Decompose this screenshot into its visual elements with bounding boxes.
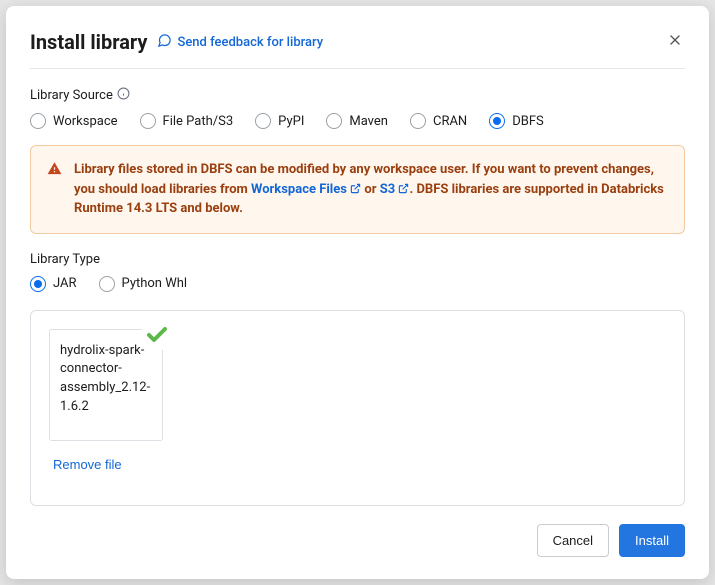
radio-label: File Path/S3 bbox=[163, 114, 234, 129]
library-source-group: Workspace File Path/S3 PyPI Maven CRAN DBFS bbox=[30, 113, 685, 129]
radio-label: JAR bbox=[53, 276, 77, 291]
remove-file-button[interactable]: Remove file bbox=[49, 457, 122, 472]
radio-indicator bbox=[489, 113, 505, 129]
s3-link[interactable]: S3 bbox=[380, 182, 410, 197]
close-icon bbox=[667, 36, 683, 51]
library-type-label: Library Type bbox=[30, 252, 685, 267]
library-source-label: Library Source bbox=[30, 87, 685, 104]
info-icon bbox=[117, 87, 130, 104]
dialog-title: Install library bbox=[30, 30, 147, 54]
install-button[interactable]: Install bbox=[619, 524, 685, 557]
feedback-icon bbox=[157, 33, 172, 52]
radio-label: PyPI bbox=[278, 114, 304, 129]
dialog-footer: Cancel Install bbox=[30, 506, 685, 557]
radio-indicator bbox=[30, 276, 46, 292]
radio-label: Python Whl bbox=[122, 276, 188, 291]
radio-label: Workspace bbox=[53, 114, 118, 129]
radio-indicator bbox=[255, 113, 271, 129]
uploaded-file-card: hydrolix-spark-connector-assembly_2.12-1… bbox=[49, 329, 163, 472]
feedback-link[interactable]: Send feedback for library bbox=[157, 33, 323, 52]
dbfs-warning-banner: Library files stored in DBFS can be modi… bbox=[30, 145, 685, 234]
source-option-dbfs[interactable]: DBFS bbox=[489, 113, 544, 129]
radio-indicator bbox=[326, 113, 342, 129]
dialog-header: Install library Send feedback for librar… bbox=[30, 30, 685, 69]
source-option-file-path-s3[interactable]: File Path/S3 bbox=[140, 113, 234, 129]
type-option-jar[interactable]: JAR bbox=[30, 276, 77, 292]
warning-icon bbox=[47, 161, 62, 219]
radio-label: DBFS bbox=[512, 114, 544, 129]
radio-indicator bbox=[99, 276, 115, 292]
cancel-button[interactable]: Cancel bbox=[537, 524, 609, 557]
warning-text: Library files stored in DBFS can be modi… bbox=[74, 160, 668, 219]
type-option-python-whl[interactable]: Python Whl bbox=[99, 276, 188, 292]
radio-indicator bbox=[140, 113, 156, 129]
source-option-cran[interactable]: CRAN bbox=[410, 113, 467, 129]
library-type-group: JAR Python Whl bbox=[30, 276, 685, 292]
workspace-files-link[interactable]: Workspace Files bbox=[251, 182, 361, 197]
source-option-maven[interactable]: Maven bbox=[326, 113, 388, 129]
upload-area: hydrolix-spark-connector-assembly_2.12-1… bbox=[30, 310, 685, 506]
source-option-pypi[interactable]: PyPI bbox=[255, 113, 304, 129]
close-button[interactable] bbox=[663, 28, 687, 52]
radio-indicator bbox=[30, 113, 46, 129]
radio-indicator bbox=[410, 113, 426, 129]
feedback-label: Send feedback for library bbox=[177, 35, 323, 50]
radio-label: Maven bbox=[349, 114, 388, 129]
radio-label: CRAN bbox=[433, 114, 467, 129]
install-library-dialog: Install library Send feedback for librar… bbox=[6, 6, 709, 579]
upload-success-icon bbox=[141, 319, 173, 351]
source-option-workspace[interactable]: Workspace bbox=[30, 113, 118, 129]
